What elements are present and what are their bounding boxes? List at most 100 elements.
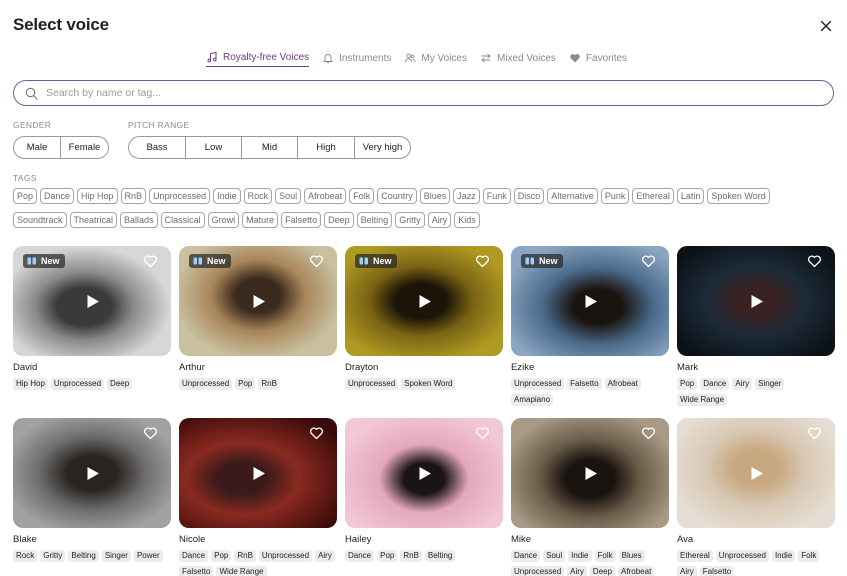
tag-filter-blues[interactable]: Blues [419, 188, 451, 204]
tag-filter-theatrical[interactable]: Theatrical [69, 212, 118, 228]
voice-card-ezike[interactable]: New Ezike Unprocessed Falsetto Afrobeat Amapi… [511, 246, 669, 410]
tag-filter-pop[interactable]: Pop [13, 188, 38, 204]
tag-filter-funk[interactable]: Funk [482, 188, 511, 204]
search-input[interactable] [46, 87, 806, 99]
play-icon[interactable] [86, 466, 100, 481]
voice-name: Mike [511, 534, 532, 545]
voice-card-blake[interactable]: Blake Rock Gritty Belting Singer Power [13, 418, 171, 576]
tag-filter-soundtrack[interactable]: Soundtrack [13, 212, 67, 228]
tag-filter-rnb[interactable]: RnB [120, 188, 147, 204]
tab-favorites[interactable]: Favorites [569, 49, 627, 67]
favorite-heart-icon[interactable] [309, 254, 324, 268]
tag-filter-jazz[interactable]: Jazz [453, 188, 480, 204]
play-icon[interactable] [252, 294, 266, 309]
play-icon[interactable] [584, 294, 598, 309]
voice-card-mark[interactable]: Mark Pop Dance Airy Singer Wide Range [677, 246, 835, 410]
voice-thumbnail[interactable] [677, 418, 835, 528]
tag-filter-folk[interactable]: Folk [349, 188, 375, 204]
tag-filter-country[interactable]: Country [377, 188, 417, 204]
play-icon[interactable] [418, 294, 432, 309]
voice-card-drayton[interactable]: New Drayton Unprocessed Spoken Word [345, 246, 503, 410]
voice-thumbnail[interactable]: New [13, 246, 171, 356]
tag-filter-alternative[interactable]: Alternative [547, 188, 598, 204]
play-icon[interactable] [584, 466, 598, 481]
tag-filter-hip-hop[interactable]: Hip Hop [77, 188, 118, 204]
close-icon[interactable] [817, 17, 835, 35]
tag-filter-punk[interactable]: Punk [600, 188, 630, 204]
favorite-heart-icon[interactable] [309, 426, 324, 440]
tab-royalty-free-voices[interactable]: Royalty-free Voices [206, 49, 310, 67]
voice-thumbnail[interactable] [677, 246, 835, 356]
play-icon[interactable] [750, 294, 764, 309]
voice-tag: Wide Range [216, 566, 267, 576]
voice-thumbnail[interactable]: New [179, 246, 337, 356]
tag-filter-deep[interactable]: Deep [324, 212, 354, 228]
voice-card-david[interactable]: New David Hip Hop Unprocessed Deep [13, 246, 171, 410]
tag-filter-ethereal[interactable]: Ethereal [632, 188, 674, 204]
swap-arrows-icon [481, 53, 491, 63]
voice-thumbnail[interactable] [179, 418, 337, 528]
pitch-range-label: PITCH RANGE [128, 120, 190, 130]
voice-thumbnail[interactable] [511, 418, 669, 528]
voice-name: Drayton [345, 362, 379, 373]
tag-filter-kids[interactable]: Kids [454, 212, 480, 228]
favorite-heart-icon[interactable] [143, 254, 158, 268]
voice-thumbnail[interactable] [13, 418, 171, 528]
tag-filter-unprocessed[interactable]: Unprocessed [149, 188, 211, 204]
voice-tag-list: Hip Hop Unprocessed Deep [13, 378, 171, 390]
gender-option-female[interactable]: Female [61, 137, 108, 158]
favorite-heart-icon[interactable] [475, 426, 490, 440]
voice-thumbnail[interactable]: New [345, 246, 503, 356]
voice-name: Hailey [345, 534, 372, 545]
voice-tag: Unprocessed [715, 550, 769, 562]
tag-filter-falsetto[interactable]: Falsetto [281, 212, 322, 228]
tag-filter-latin[interactable]: Latin [676, 188, 705, 204]
voice-card-mike[interactable]: Mike Dance Soul Indie Folk Blues Unprocessed Ai… [511, 418, 669, 576]
tab-mixed-voices[interactable]: Mixed Voices [480, 49, 556, 67]
favorite-heart-icon[interactable] [807, 426, 822, 440]
play-icon[interactable] [86, 294, 100, 309]
voice-card-ava[interactable]: Ava Ethereal Unprocessed Indie Folk Airy False… [677, 418, 835, 576]
play-icon[interactable] [418, 466, 432, 481]
tab-my-voices[interactable]: My Voices [404, 49, 467, 67]
tag-filter-rock[interactable]: Rock [243, 188, 273, 204]
tag-filter-soul[interactable]: Soul [275, 188, 302, 204]
tag-filter-spoken-word[interactable]: Spoken Word [707, 188, 770, 204]
gender-option-male[interactable]: Male [14, 137, 61, 158]
tag-filter-afrobeat[interactable]: Afrobeat [304, 188, 347, 204]
pitch-option-bass[interactable]: Bass [129, 137, 186, 158]
voice-thumbnail[interactable]: New [511, 246, 669, 356]
play-icon[interactable] [252, 466, 266, 481]
new-badge: New [189, 254, 231, 268]
voice-card-nicole[interactable]: Nicole Dance Pop RnB Unprocessed Airy Falsetto… [179, 418, 337, 576]
voice-tag: RnB [258, 378, 280, 390]
voice-thumbnail[interactable] [345, 418, 503, 528]
tag-filter-dance[interactable]: Dance [40, 188, 75, 204]
favorite-heart-icon[interactable] [641, 254, 656, 268]
tab-instruments[interactable]: Instruments [322, 49, 391, 67]
pitch-option-low[interactable]: Low [186, 137, 242, 158]
pitch-option-very-high[interactable]: Very high [355, 137, 410, 158]
pitch-option-high[interactable]: High [298, 137, 355, 158]
tag-filter-ballads[interactable]: Ballads [120, 212, 158, 228]
favorite-heart-icon[interactable] [641, 426, 656, 440]
tag-filter-belting[interactable]: Belting [356, 212, 393, 228]
voice-card-arthur[interactable]: New Arthur Unprocessed Pop RnB [179, 246, 337, 410]
voice-card-hailey[interactable]: Hailey Dance Pop RnB Belting [345, 418, 503, 576]
tag-filter-airy[interactable]: Airy [427, 212, 452, 228]
tag-filter-disco[interactable]: Disco [513, 188, 545, 204]
tag-filter-gritty[interactable]: Gritty [395, 212, 425, 228]
voice-grid: New David Hip Hop Unprocessed Deep New Arthur U… [13, 246, 835, 576]
favorite-heart-icon[interactable] [143, 426, 158, 440]
bell-icon [323, 54, 334, 63]
favorite-heart-icon[interactable] [475, 254, 490, 268]
play-icon[interactable] [750, 466, 764, 481]
tag-filter-mature[interactable]: Mature [242, 212, 279, 228]
voice-tag: RnB [234, 550, 256, 562]
favorite-heart-icon[interactable] [807, 254, 822, 268]
pitch-option-mid[interactable]: Mid [242, 137, 298, 158]
tag-filter-growl[interactable]: Growl [207, 212, 240, 228]
tag-filter-indie[interactable]: Indie [213, 188, 241, 204]
voice-tag: Afrobeat [618, 566, 655, 576]
tag-filter-classical[interactable]: Classical [160, 212, 205, 228]
